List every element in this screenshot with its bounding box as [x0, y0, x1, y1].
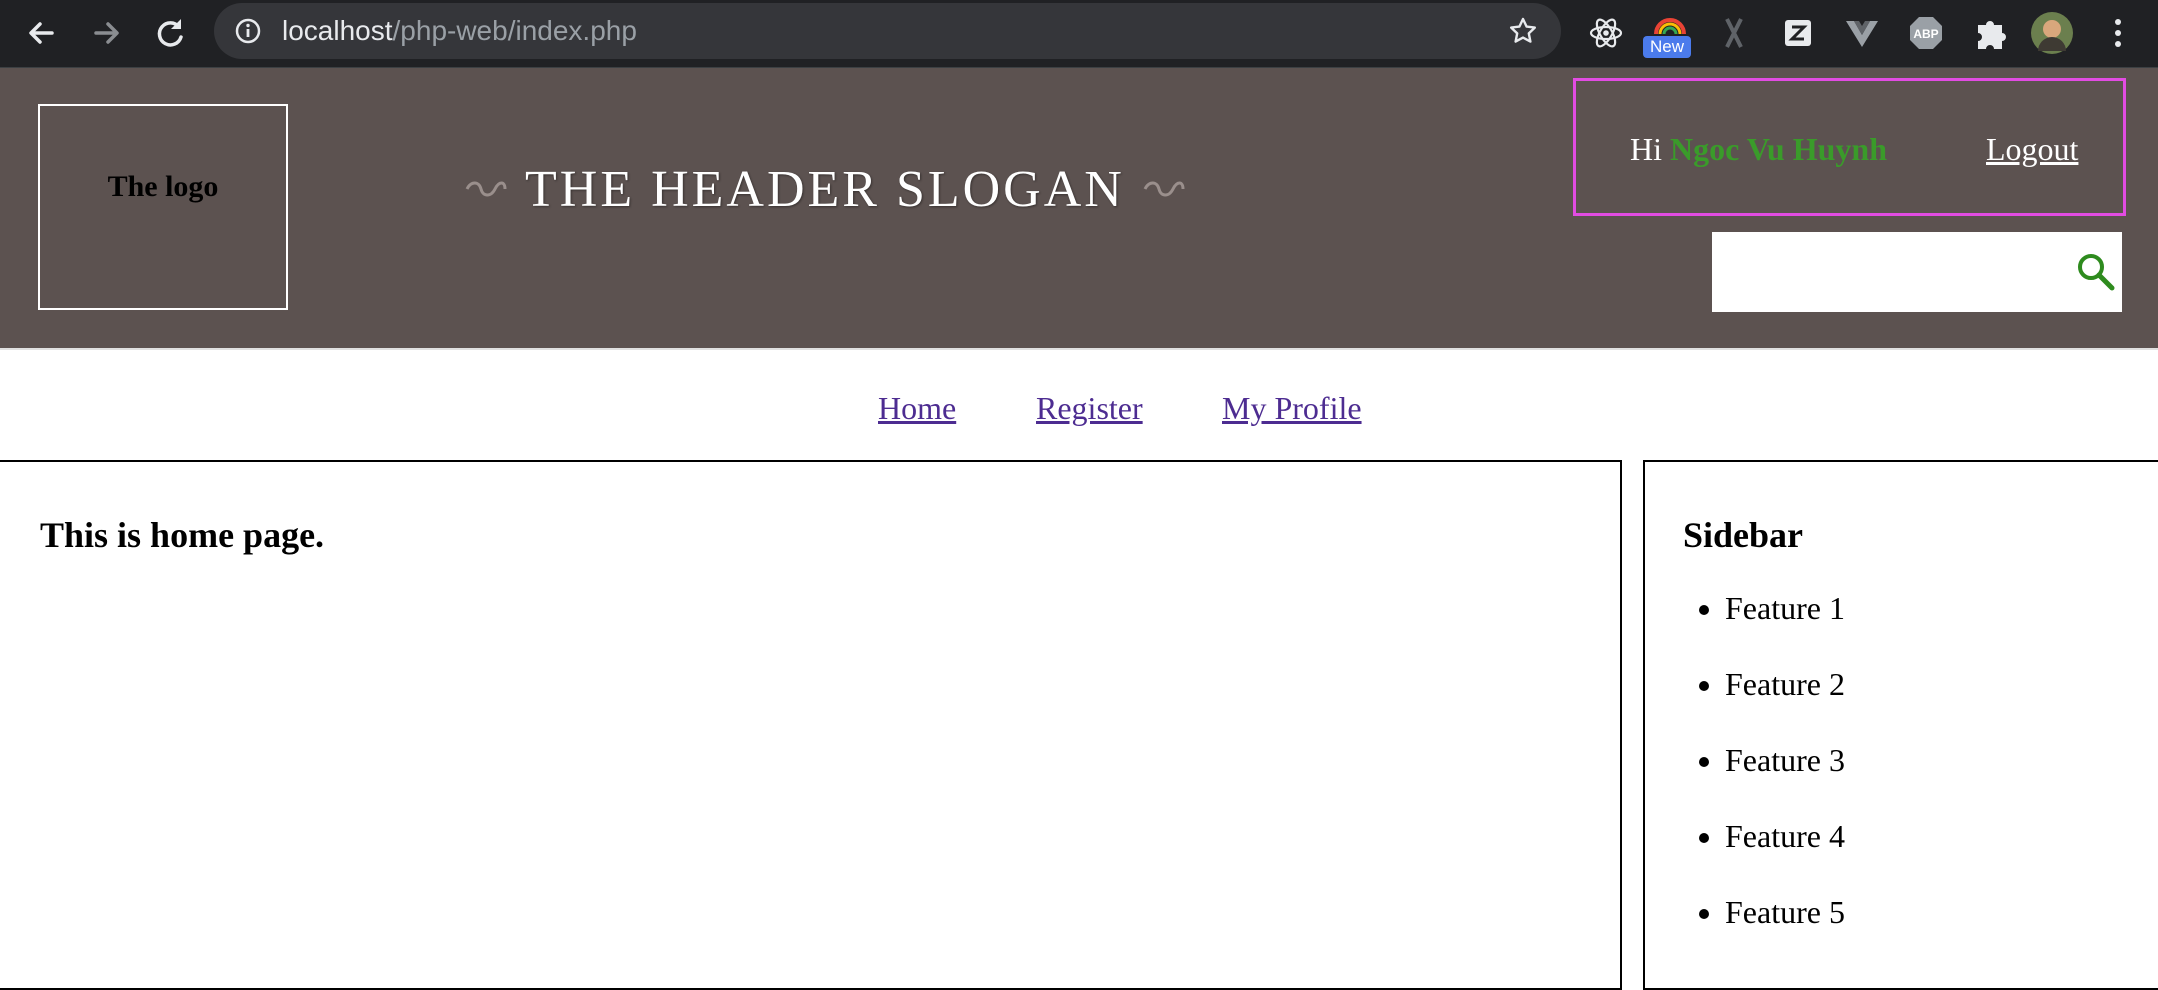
- greeting-text: Hi: [1630, 131, 1662, 167]
- menu-icon[interactable]: [2096, 11, 2140, 55]
- slogan-text: THE HEADER SLOGAN: [525, 160, 1125, 218]
- flourish-right-icon: [1143, 181, 1185, 197]
- address-bar[interactable]: localhost/php-web/index.php: [214, 3, 1561, 59]
- info-icon[interactable]: [234, 17, 262, 45]
- list-item: Feature 2: [1725, 662, 1845, 738]
- search-form: [1712, 232, 2122, 312]
- main-nav: Home Register My Profile: [0, 348, 2158, 462]
- vue-icon[interactable]: [1840, 11, 1884, 55]
- search-input[interactable]: [1712, 232, 2062, 312]
- list-item: Feature 3: [1725, 738, 1845, 814]
- puzzle-icon[interactable]: [1968, 11, 2012, 55]
- flourish-left-icon: [465, 181, 507, 197]
- nav-my-profile[interactable]: My Profile: [1222, 390, 1362, 427]
- url-text: localhost/php-web/index.php: [282, 15, 637, 47]
- logout-link[interactable]: Logout: [1986, 131, 2078, 168]
- svg-text:ABP: ABP: [1913, 27, 1938, 41]
- feature-list: Feature 1 Feature 2 Feature 3 Feature 4 …: [1683, 586, 1845, 966]
- forward-icon[interactable]: [84, 11, 128, 55]
- list-item: Feature 4: [1725, 814, 1845, 890]
- page-title: This is home page.: [40, 515, 325, 555]
- url-path: /php-web/index.php: [392, 15, 637, 46]
- user-panel: Hi Ngoc Vu Huynh Logout: [1573, 78, 2126, 216]
- site-header: The logo THE HEADER SLOGAN Hi Ngoc Vu Hu…: [0, 68, 2158, 348]
- new-badge: New: [1643, 36, 1691, 58]
- user-name: Ngoc Vu Huynh: [1670, 131, 1887, 167]
- sidebar: Sidebar Feature 1 Feature 2 Feature 3 Fe…: [1643, 460, 2158, 990]
- logo[interactable]: The logo: [38, 104, 288, 310]
- main-content: This is home page.: [0, 460, 1622, 990]
- browser-toolbar: localhost/php-web/index.php New ABP: [0, 0, 2158, 68]
- list-item: Feature 5: [1725, 890, 1845, 966]
- back-icon[interactable]: [20, 11, 64, 55]
- z-icon[interactable]: [1776, 11, 1820, 55]
- header-slogan: THE HEADER SLOGAN: [465, 154, 1185, 224]
- nav-register[interactable]: Register: [1036, 390, 1143, 427]
- url-host: localhost: [282, 15, 393, 46]
- x-icon[interactable]: [1712, 11, 1756, 55]
- react-icon[interactable]: [1584, 11, 1628, 55]
- sidebar-title: Sidebar: [1683, 515, 1804, 555]
- abp-icon[interactable]: ABP: [1904, 11, 1948, 55]
- logo-text: The logo: [107, 170, 219, 203]
- star-icon[interactable]: [1508, 16, 1538, 46]
- reload-icon[interactable]: [148, 11, 192, 55]
- avatar[interactable]: [2030, 11, 2074, 55]
- nav-home[interactable]: Home: [878, 390, 956, 427]
- greeting: Hi Ngoc Vu Huynh: [1630, 131, 1887, 168]
- list-item: Feature 1: [1725, 586, 1845, 662]
- search-icon[interactable]: [2074, 250, 2118, 294]
